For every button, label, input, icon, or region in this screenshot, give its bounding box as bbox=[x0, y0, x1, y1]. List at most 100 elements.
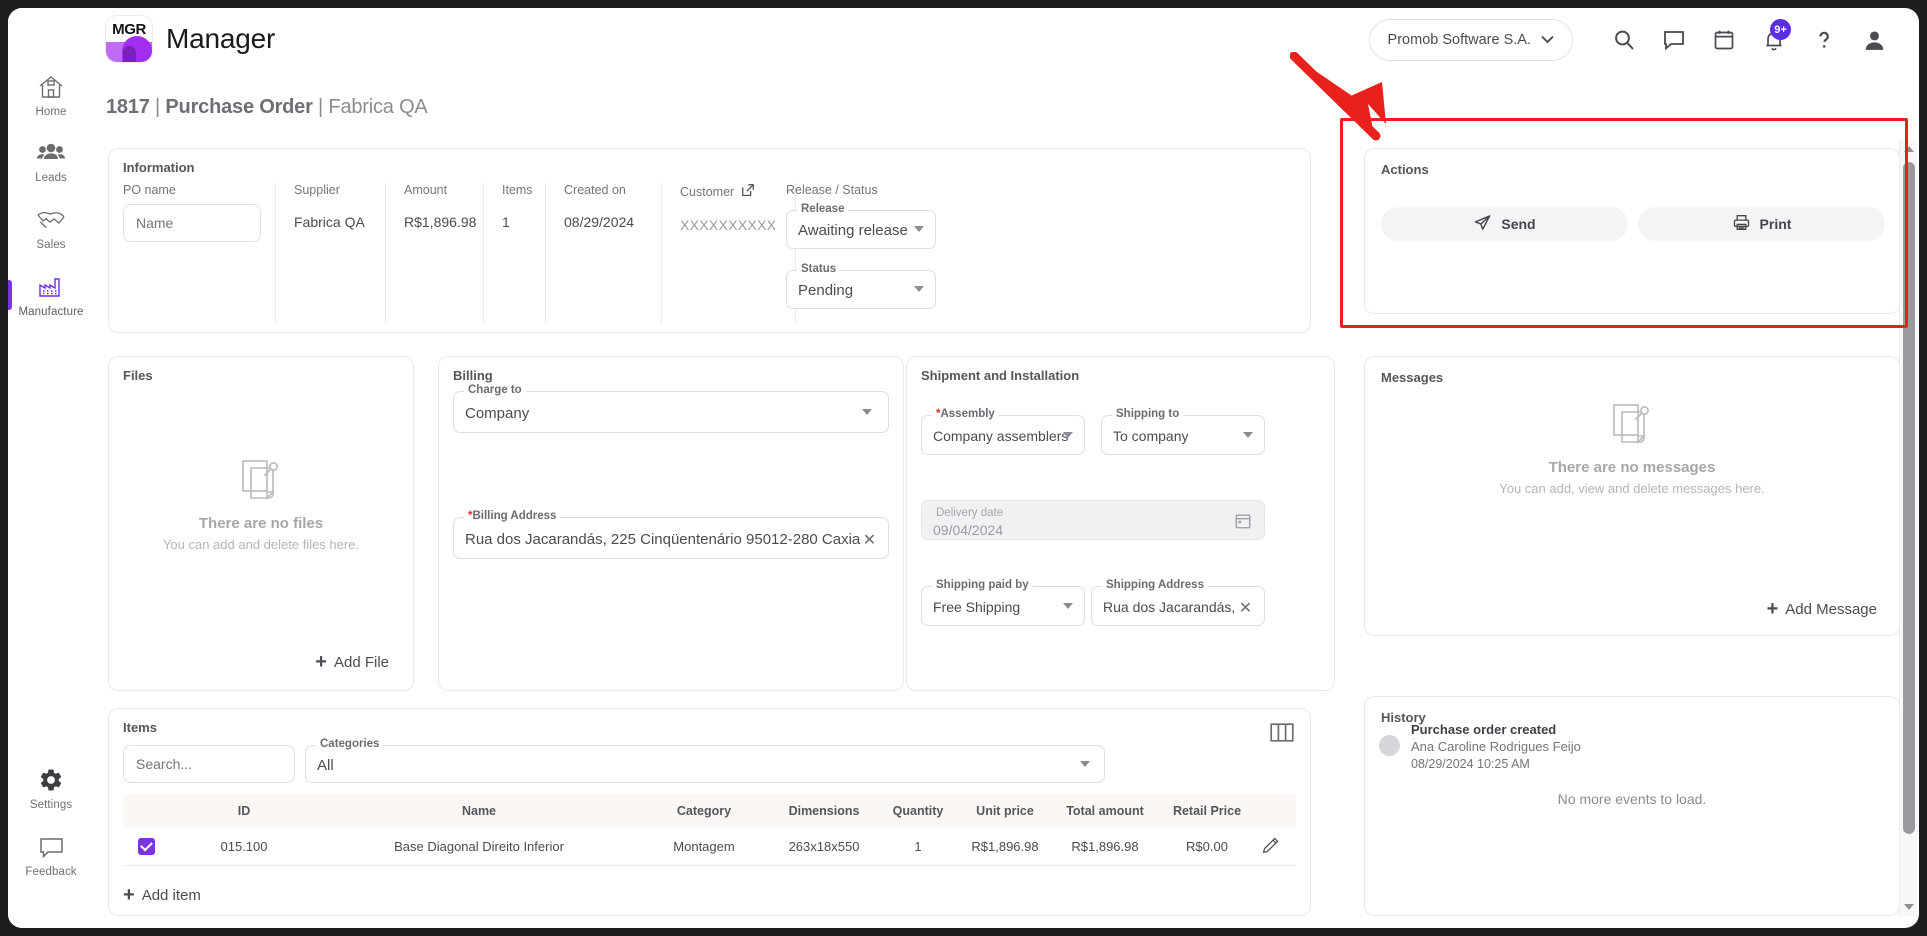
documents-icon bbox=[1365, 401, 1899, 447]
categories-select[interactable]: Categories All bbox=[305, 738, 1105, 783]
scroll-up-icon[interactable] bbox=[1904, 146, 1914, 152]
send-button[interactable]: Send bbox=[1381, 207, 1628, 241]
cell-name: Base Diagonal Direito Inferior bbox=[394, 839, 564, 854]
history-end-text: No more events to load. bbox=[1557, 791, 1707, 807]
billing-address-value: Rua dos Jacarandás, 225 Cinqüentenário 9… bbox=[465, 530, 861, 548]
sidebar-item-sales[interactable]: Sales bbox=[8, 203, 94, 265]
chevron-down-icon bbox=[1080, 761, 1090, 767]
actions-card: Actions Send Print bbox=[1364, 148, 1900, 314]
shipping-to-select[interactable]: Shipping to To company bbox=[1101, 408, 1265, 455]
history-event-time: 08/29/2024 10:25 AM bbox=[1411, 757, 1530, 771]
cell-total-amount: R$1,896.98 bbox=[1071, 839, 1139, 854]
plus-icon: + bbox=[315, 651, 327, 673]
edit-icon[interactable] bbox=[1261, 837, 1280, 858]
history-card: History Purchase order created Ana Carol… bbox=[1364, 696, 1900, 916]
search-icon[interactable] bbox=[1599, 18, 1649, 62]
shipping-address-value: Rua dos Jacarandás, 225 bbox=[1103, 599, 1235, 615]
company-selector[interactable]: Promob Software S.A. bbox=[1368, 19, 1573, 61]
delivery-date-value: 09/04/2024 bbox=[933, 522, 1004, 538]
info-col-supplier: Supplier Fabrica QA bbox=[275, 183, 385, 324]
items-title: Items bbox=[123, 720, 157, 735]
account-icon[interactable] bbox=[1849, 18, 1899, 62]
info-col-amount: Amount R$1,896.98 bbox=[385, 183, 483, 324]
supplier-value: Fabrica QA bbox=[294, 214, 365, 230]
amount-label: Amount bbox=[404, 183, 448, 197]
items-search-input[interactable] bbox=[123, 745, 295, 783]
factory-icon bbox=[8, 270, 94, 304]
page-title-sep-1: | bbox=[149, 96, 166, 118]
history-event-user: Ana Caroline Rodrigues Feijo bbox=[1411, 739, 1581, 754]
sidebar-label-leads: Leads bbox=[35, 172, 67, 184]
items-table: ID Name Category Dimensions Quantity Uni… bbox=[123, 794, 1296, 866]
print-icon bbox=[1732, 213, 1751, 235]
status-select[interactable]: Status Pending bbox=[786, 263, 936, 309]
files-empty-title: There are no files bbox=[198, 515, 324, 532]
history-event-dot bbox=[1379, 735, 1400, 756]
shipping-address-field[interactable]: Shipping Address Rua dos Jacarandás, 225… bbox=[1091, 579, 1265, 626]
items-table-header: ID Name Category Dimensions Quantity Uni… bbox=[123, 794, 1296, 828]
table-row[interactable]: 015.100 Base Diagonal Direito Inferior M… bbox=[123, 828, 1296, 866]
row-checkbox[interactable] bbox=[137, 838, 155, 855]
header-unit-price: Unit price bbox=[976, 804, 1034, 818]
sidebar-item-home[interactable]: Home bbox=[8, 70, 94, 132]
billing-address-field[interactable]: *Billing Address Rua dos Jacarandás, 225… bbox=[453, 510, 889, 559]
brand: MGR Manager bbox=[106, 16, 275, 62]
bell-icon[interactable]: 9+ bbox=[1749, 18, 1799, 62]
logo-shape bbox=[106, 36, 152, 62]
header-quantity: Quantity bbox=[892, 804, 944, 818]
scroll-down-icon[interactable] bbox=[1904, 904, 1914, 910]
chevron-down-icon bbox=[914, 286, 924, 292]
help-icon[interactable] bbox=[1799, 18, 1849, 62]
app-logo: MGR bbox=[106, 16, 152, 62]
sidebar-label-manufacture: Manufacture bbox=[18, 306, 84, 318]
messages-empty-sub: You can add, view and delete messages he… bbox=[1499, 481, 1765, 496]
page-title-doc-type: Purchase Order bbox=[165, 96, 313, 118]
add-file-button[interactable]: + Add File bbox=[315, 652, 389, 672]
shipping-paid-by-select[interactable]: Shipping paid by Free Shipping bbox=[921, 579, 1085, 626]
add-item-button[interactable]: + Add item bbox=[123, 885, 201, 905]
created-on-label: Created on bbox=[564, 183, 626, 197]
items-card: Items Categories All ID Name Category Di… bbox=[108, 708, 1311, 916]
print-button[interactable]: Print bbox=[1638, 207, 1885, 241]
send-label: Send bbox=[1501, 216, 1536, 232]
company-selector-label: Promob Software S.A. bbox=[1387, 32, 1531, 48]
assembly-select[interactable]: *Assembly Company assemblers bbox=[921, 408, 1085, 455]
clear-billing-address-icon[interactable]: ✕ bbox=[860, 530, 879, 549]
home-icon bbox=[8, 70, 94, 104]
information-card: Information PO name Supplier Fabrica QA … bbox=[108, 148, 1311, 333]
calendar-icon[interactable] bbox=[1699, 18, 1749, 62]
info-col-customer: Customer XXXXXXXXXX bbox=[661, 183, 795, 324]
billing-card: Billing Charge to Company *Billing Addre… bbox=[438, 356, 904, 691]
calendar-icon[interactable] bbox=[1234, 512, 1252, 535]
plus-icon: + bbox=[123, 884, 135, 906]
sidebar-label-settings: Settings bbox=[29, 799, 73, 811]
charge-to-select[interactable]: Charge to Company bbox=[453, 384, 889, 433]
print-label: Print bbox=[1759, 216, 1792, 232]
header-category: Category bbox=[676, 804, 732, 818]
sidebar-item-manufacture[interactable]: Manufacture bbox=[8, 270, 94, 332]
messages-title: Messages bbox=[1381, 370, 1444, 385]
chat-icon[interactable] bbox=[1649, 18, 1699, 62]
sidebar-item-feedback[interactable]: Feedback bbox=[8, 830, 94, 892]
items-count-value: 1 bbox=[502, 214, 510, 230]
gear-icon bbox=[8, 763, 94, 797]
column-layout-toggle-icon[interactable] bbox=[1270, 723, 1294, 747]
files-card: Files There are no files You can add and… bbox=[108, 356, 414, 691]
add-message-button[interactable]: + Add Message bbox=[1767, 599, 1877, 619]
sidebar-item-settings[interactable]: Settings bbox=[8, 763, 94, 825]
scrollbar-thumb[interactable] bbox=[1903, 162, 1915, 834]
speech-bubble-icon bbox=[8, 830, 94, 864]
vertical-scrollbar[interactable] bbox=[1899, 140, 1917, 916]
header-total-amount: Total amount bbox=[1066, 804, 1144, 818]
cell-dimensions: 263x18x550 bbox=[788, 839, 860, 854]
row-checkbox-cell bbox=[123, 838, 169, 855]
clear-shipping-address-icon[interactable]: ✕ bbox=[1236, 598, 1255, 617]
page-title: 1817 | Purchase Order | Fabrica QA bbox=[106, 96, 428, 119]
shipment-card: Shipment and Installation *Assembly Comp… bbox=[906, 356, 1335, 691]
po-name-input[interactable] bbox=[123, 204, 261, 242]
external-link-icon[interactable] bbox=[741, 183, 755, 200]
shipping-to-value: To company bbox=[1113, 428, 1189, 444]
header-dimensions: Dimensions bbox=[788, 804, 860, 818]
sidebar-item-leads[interactable]: Leads bbox=[8, 136, 94, 198]
release-select[interactable]: Release Awaiting release bbox=[786, 203, 936, 249]
